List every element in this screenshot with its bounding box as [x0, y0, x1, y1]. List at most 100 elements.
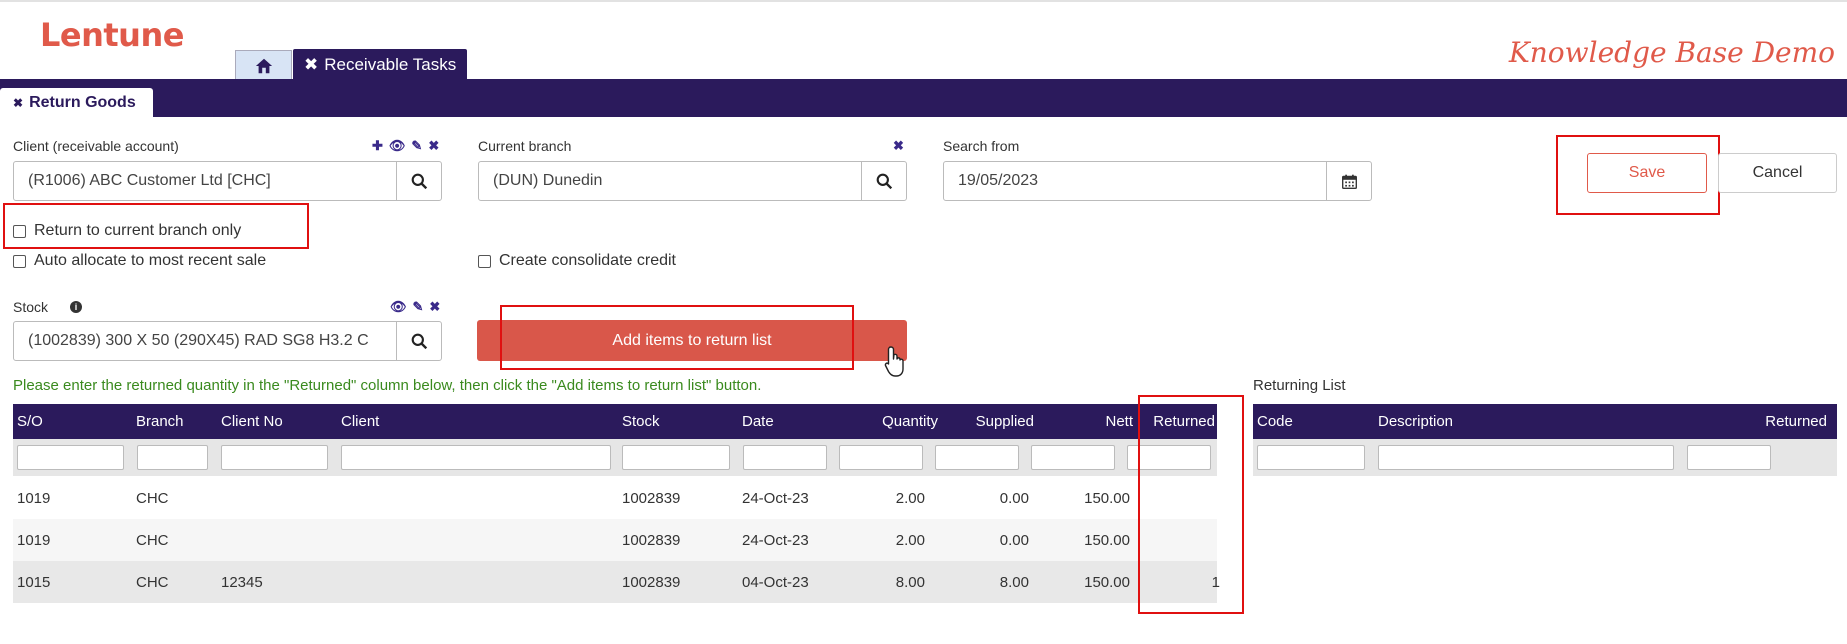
clear-icon[interactable]: ✖	[428, 138, 439, 154]
view-icon[interactable]: 👁	[389, 138, 406, 154]
search-icon	[876, 173, 892, 189]
branch-field[interactable]: (DUN) Dunedin	[478, 161, 907, 201]
add-icon[interactable]: ✚	[372, 138, 383, 154]
filter-input-code[interactable]	[1257, 445, 1365, 470]
cell-stock: 1002839	[622, 573, 681, 591]
col-header-returned[interactable]: Returned	[1673, 404, 1827, 439]
consolidate-credit-checkbox[interactable]: Create consolidate credit	[478, 252, 676, 270]
stock-label-row: Stock i	[13, 299, 83, 315]
cell-supplied: 8.00	[999, 573, 1029, 591]
col-header-supplied[interactable]: Supplied	[933, 404, 1034, 439]
filter-input-client-no[interactable]	[221, 445, 328, 470]
client-search-button[interactable]	[396, 162, 441, 200]
cell-stock: 1002839	[622, 531, 681, 549]
table-row[interactable]: 1019 CHC 1002839 24-Oct-23 2.00 0.00 150…	[13, 519, 1217, 561]
edit-icon[interactable]: ✎	[413, 299, 424, 315]
tab-label: Receivable Tasks	[324, 54, 457, 74]
cell-nett: 150.00	[1084, 573, 1130, 591]
col-header-client-no[interactable]: Client No	[221, 404, 283, 439]
filter-input-description[interactable]	[1378, 445, 1674, 470]
clear-icon[interactable]: ✖	[893, 138, 904, 154]
filter-input-branch[interactable]	[137, 445, 208, 470]
cell-date: 24-Oct-23	[742, 489, 809, 507]
cell-supplied: 0.00	[999, 531, 1029, 549]
sales-table: S/O Branch Client No Client Stock Date Q…	[13, 404, 1220, 603]
returning-list-table: Code Description Returned	[1253, 404, 1837, 476]
edit-icon[interactable]: ✎	[411, 138, 422, 154]
sales-filter-row	[13, 439, 1217, 476]
col-header-nett[interactable]: Nett	[1028, 404, 1133, 439]
search-from-value[interactable]: 19/05/2023	[944, 162, 1326, 200]
auto-allocate-checkbox[interactable]: Auto allocate to most recent sale	[13, 252, 266, 270]
checkbox-box[interactable]	[13, 254, 26, 268]
stock-value[interactable]: (1002839) 300 X 50 (290X45) RAD SG8 H3.2…	[14, 322, 396, 360]
checkbox-label: Create consolidate credit	[499, 252, 676, 269]
cell-branch: CHC	[136, 531, 169, 549]
col-header-code[interactable]: Code	[1257, 404, 1293, 439]
filter-input-date[interactable]	[743, 445, 827, 470]
client-value[interactable]: (R1006) ABC Customer Ltd [CHC]	[14, 162, 396, 200]
table-row[interactable]: 1019 CHC 1002839 24-Oct-23 2.00 0.00 150…	[13, 477, 1217, 519]
filter-input-supplied[interactable]	[935, 445, 1019, 470]
close-icon[interactable]: ✖	[304, 55, 318, 75]
cell-nett: 150.00	[1084, 531, 1130, 549]
filter-input-quantity[interactable]	[839, 445, 923, 470]
app-logo: Lentune	[40, 16, 184, 54]
home-icon	[255, 58, 272, 73]
col-header-date[interactable]: Date	[742, 404, 774, 439]
table-row[interactable]: 1015 CHC 12345 1002839 04-Oct-23 8.00 8.…	[13, 561, 1220, 603]
cell-client-no: 12345	[221, 573, 263, 591]
checkbox-label: Auto allocate to most recent sale	[34, 252, 267, 269]
clear-icon[interactable]: ✖	[429, 299, 440, 315]
col-header-branch[interactable]: Branch	[136, 404, 184, 439]
cell-branch: CHC	[136, 489, 169, 507]
search-icon	[411, 173, 427, 189]
sales-table-header: S/O Branch Client No Client Stock Date Q…	[13, 404, 1217, 439]
branch-label: Current branch	[478, 138, 572, 154]
instruction-hint: Please enter the returned quantity in th…	[13, 377, 762, 394]
add-items-highlight-box	[500, 305, 854, 370]
returned-column-highlight-box	[1138, 395, 1244, 614]
calendar-button[interactable]	[1326, 162, 1371, 200]
returning-list-filter-row	[1253, 439, 1837, 476]
branch-actions: ✖	[893, 138, 904, 154]
client-field[interactable]: (R1006) ABC Customer Ltd [CHC]	[13, 161, 442, 201]
search-from-field[interactable]: 19/05/2023	[943, 161, 1372, 201]
search-from-label: Search from	[943, 138, 1020, 154]
nav-bar	[0, 79, 1847, 117]
col-header-client[interactable]: Client	[341, 404, 379, 439]
return-current-branch-checkbox[interactable]: Return to current branch only	[13, 222, 241, 240]
branch-value[interactable]: (DUN) Dunedin	[479, 162, 861, 200]
cancel-button[interactable]: Cancel	[1718, 153, 1837, 193]
save-button[interactable]: Save	[1587, 153, 1707, 193]
stock-actions: 👁 ✎ ✖	[390, 299, 440, 315]
view-icon[interactable]: 👁	[390, 299, 407, 315]
filter-input-returned[interactable]	[1687, 445, 1771, 470]
checkbox-box[interactable]	[478, 254, 491, 268]
stock-search-button[interactable]	[396, 322, 441, 360]
returning-list-title: Returning List	[1253, 377, 1346, 394]
filter-input-so[interactable]	[17, 445, 124, 470]
col-header-description[interactable]: Description	[1378, 404, 1453, 439]
filter-input-nett[interactable]	[1031, 445, 1115, 470]
info-icon[interactable]: i	[70, 301, 83, 313]
checkbox-box[interactable]	[13, 224, 26, 238]
col-header-so[interactable]: S/O	[17, 404, 43, 439]
client-actions: ✚ 👁 ✎ ✖	[372, 138, 439, 154]
cell-nett: 150.00	[1084, 489, 1130, 507]
search-icon	[411, 333, 427, 349]
close-icon[interactable]: ✖	[13, 96, 23, 110]
filter-input-client[interactable]	[341, 445, 611, 470]
cell-quantity: 8.00	[895, 573, 925, 591]
branch-search-button[interactable]	[861, 162, 906, 200]
tab-receivable-tasks[interactable]: ✖ Receivable Tasks	[293, 49, 468, 80]
filter-input-stock[interactable]	[622, 445, 730, 470]
subtab-return-goods[interactable]: ✖ Return Goods	[0, 88, 153, 118]
col-header-stock[interactable]: Stock	[622, 404, 660, 439]
home-tab[interactable]	[235, 50, 292, 80]
col-header-quantity[interactable]: Quantity	[833, 404, 938, 439]
stock-field[interactable]: (1002839) 300 X 50 (290X45) RAD SG8 H3.2…	[13, 321, 442, 361]
stock-label: Stock	[13, 299, 49, 315]
client-label: Client (receivable account)	[13, 138, 179, 154]
checkbox-label: Return to current branch only	[34, 222, 242, 239]
